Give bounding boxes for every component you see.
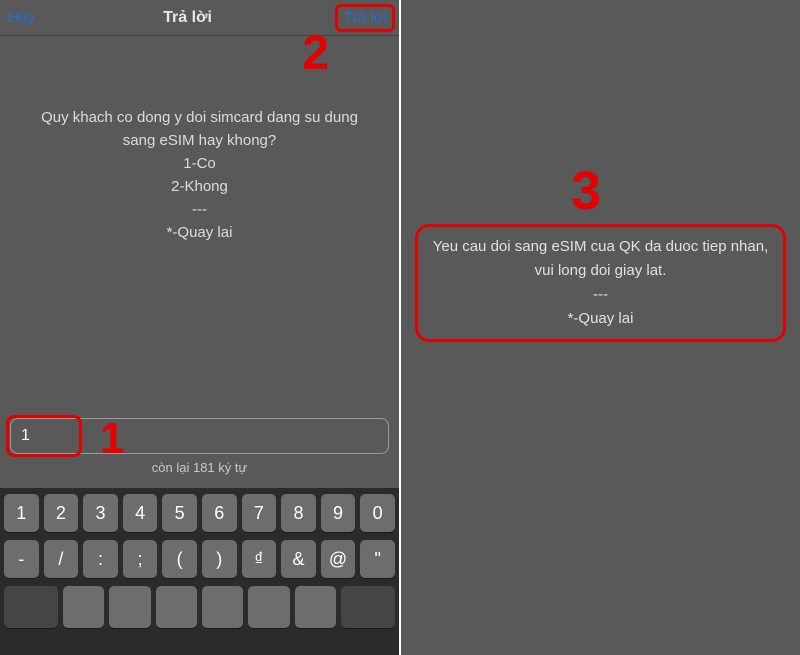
key-lparen[interactable]: ( [162,540,197,578]
keyboard-row-3 [4,586,395,628]
key-punct[interactable] [295,586,336,628]
right-screenshot: Yeu cau doi sang eSIM cua QK da duoc tie… [401,0,800,655]
msg-line: Yeu cau doi sang eSIM cua QK da duoc tie… [421,235,780,259]
key-symbols[interactable] [4,586,58,628]
key-0[interactable]: 0 [360,494,395,532]
keyboard-row-1: 1 2 3 4 5 6 7 8 9 0 [4,494,395,532]
key-semicolon[interactable]: ; [123,540,158,578]
reply-input-wrap: còn lại 181 ký tự [10,418,389,475]
msg-line: 2-Khong [24,175,375,198]
key-amp[interactable]: & [281,540,316,578]
reply-button[interactable]: Trả lời [340,7,391,28]
msg-line: --- [421,283,780,307]
key-punct[interactable] [202,586,243,628]
key-rparen[interactable]: ) [202,540,237,578]
annotation-number-3: 3 [571,160,601,222]
key-1[interactable]: 1 [4,494,39,532]
chars-remaining-label: còn lại 181 ký tự [10,460,389,475]
ussd-message: Quy khach co dong y doi simcard dang su … [0,106,399,244]
key-punct[interactable] [156,586,197,628]
key-5[interactable]: 5 [162,494,197,532]
msg-line: vui long doi giay lat. [421,259,780,283]
key-6[interactable]: 6 [202,494,237,532]
key-punct[interactable] [248,586,289,628]
key-colon[interactable]: : [83,540,118,578]
key-4[interactable]: 4 [123,494,158,532]
key-punct[interactable] [109,586,150,628]
keyboard: 1 2 3 4 5 6 7 8 9 0 - / : ; ( ) ₫ & @ [0,488,399,655]
key-at[interactable]: @ [321,540,356,578]
left-screenshot: Hủy Trả lời Trả lời Quy khach co dong y … [0,0,399,655]
msg-line: *-Quay lai [24,221,375,244]
key-2[interactable]: 2 [44,494,79,532]
msg-line: *-Quay lai [421,307,780,331]
key-8[interactable]: 8 [281,494,316,532]
key-slash[interactable]: / [44,540,79,578]
msg-line: 1-Co [24,152,375,175]
key-7[interactable]: 7 [242,494,277,532]
msg-line: Quy khach co dong y doi simcard dang su … [24,106,375,129]
key-3[interactable]: 3 [83,494,118,532]
cancel-button[interactable]: Hủy [8,9,35,26]
msg-line: sang eSIM hay khong? [24,129,375,152]
keyboard-row-2: - / : ; ( ) ₫ & @ " [4,540,395,578]
ussd-confirmation-message: Yeu cau doi sang eSIM cua QK da duoc tie… [421,235,780,331]
key-quote[interactable]: " [360,540,395,578]
reply-input[interactable] [10,418,389,454]
msg-line: --- [24,198,375,221]
key-dash[interactable]: - [4,540,39,578]
key-backspace[interactable] [341,586,395,628]
key-punct[interactable] [63,586,104,628]
navbar-title: Trả lời [163,9,212,27]
navbar: Hủy Trả lời Trả lời [0,0,399,36]
key-9[interactable]: 9 [321,494,356,532]
key-dong[interactable]: ₫ [242,540,277,578]
